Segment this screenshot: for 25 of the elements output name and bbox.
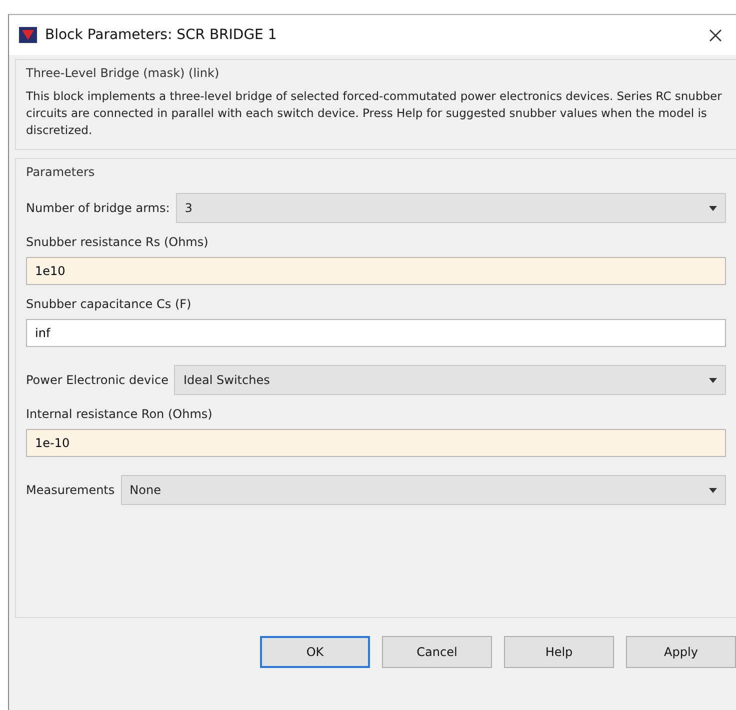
parameter-label: Internal resistance Ron (Ohms) <box>26 407 212 421</box>
dialog-button[interactable]: Apply <box>626 636 736 668</box>
parameter-label: Number of bridge arms: <box>26 201 170 215</box>
parameter-label: Snubber resistance Rs (Ohms) <box>26 235 208 249</box>
dropdown[interactable]: None <box>120 475 726 505</box>
dialog-button[interactable]: OK <box>260 636 370 668</box>
input-field[interactable]: 1e10 <box>26 257 726 285</box>
dialog-button[interactable]: Cancel <box>382 636 492 668</box>
input-field[interactable]: inf <box>26 319 726 347</box>
parameter-label: Snubber capacitance Cs (F) <box>26 297 192 311</box>
window-title: Block Parameters: SCR BRIDGE 1 <box>45 27 278 43</box>
caret-icon <box>709 206 717 210</box>
panel-heading: Three-Level Bridge (mask) (link) <box>26 66 220 80</box>
dropdown[interactable]: 3 <box>176 193 726 223</box>
parameter-label: Power Electronic device <box>26 373 168 387</box>
app-icon <box>19 27 37 43</box>
panel-heading: Parameters <box>26 165 96 179</box>
input-field[interactable]: 1e-10 <box>26 429 726 457</box>
caret-icon <box>709 378 717 382</box>
dropdown[interactable]: Ideal Switches <box>174 365 726 395</box>
close-icon[interactable] <box>709 28 722 42</box>
parameter-label: Measurements <box>26 483 115 497</box>
dialog-button[interactable]: Help <box>504 636 614 668</box>
caret-icon <box>709 488 717 492</box>
description-text: This block implements a three-level bridge of selected forced-commutated power electronics devices. Series RC snubber circuits are connected in parallel with each switch device. Press Help for suggested snubber values when the model is discretized. <box>26 88 723 139</box>
